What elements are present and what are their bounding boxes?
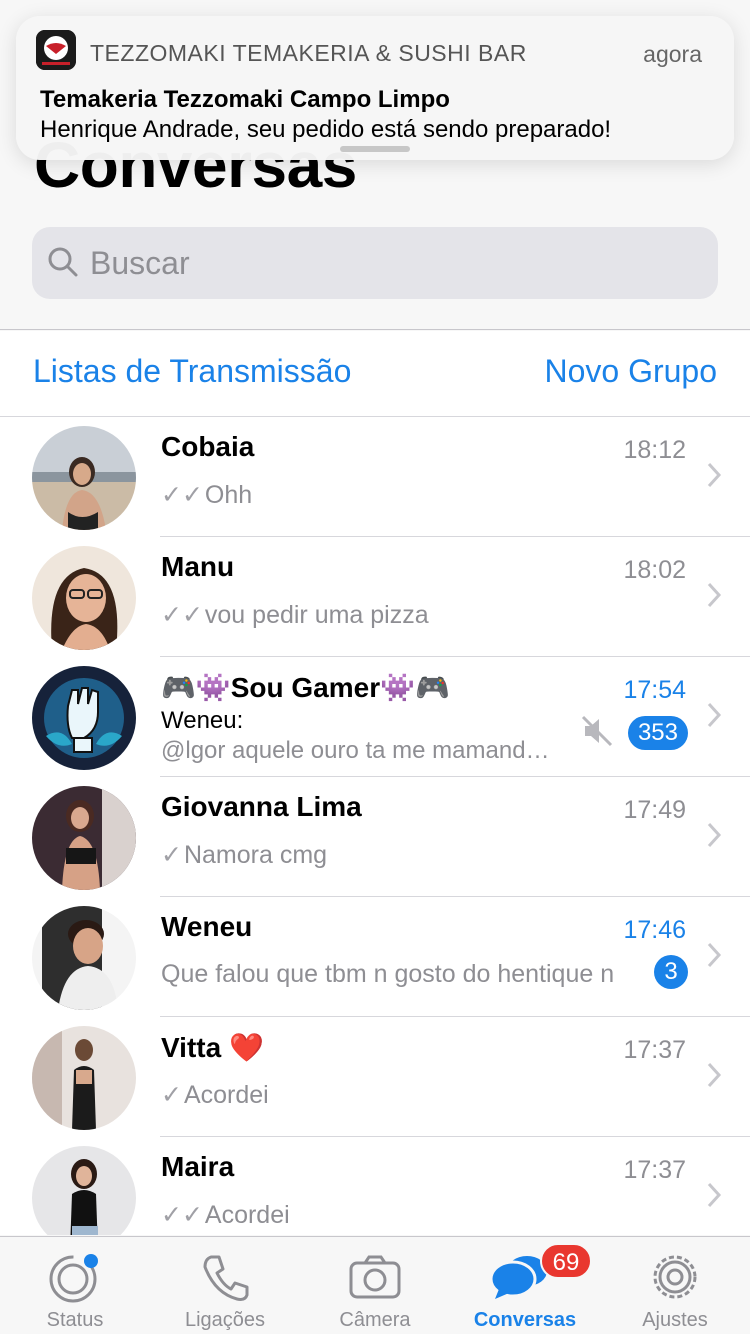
chat-preview-text: Acordei: [204, 1201, 290, 1229]
tab-label: Status: [46, 1309, 104, 1331]
chat-row-maira[interactable]: Maira 17:37 ✓✓Acordei: [0, 1137, 750, 1235]
chat-row-giovanna-lima[interactable]: Giovanna Lima 17:49 ✓Namora cmg: [0, 777, 750, 897]
chevron-right-icon: [707, 1062, 722, 1088]
tab-calls[interactable]: Ligações: [150, 1237, 300, 1334]
tab-settings[interactable]: Ajustes: [600, 1237, 750, 1334]
avatar: [32, 906, 136, 1010]
chat-time: 18:12: [623, 436, 686, 464]
chevron-right-icon: [707, 582, 722, 608]
tab-label: Conversas: [473, 1309, 577, 1331]
notification-grabber[interactable]: [340, 146, 410, 152]
chat-preview: ✓✓vou pedir uma pizza: [161, 600, 631, 630]
list-actions-bar: Listas de Transmissão Novo Grupo: [0, 331, 750, 417]
chevron-right-icon: [707, 1182, 722, 1208]
broadcast-lists-link[interactable]: Listas de Transmissão: [33, 353, 351, 390]
avatar: [32, 666, 136, 770]
chat-preview-text: Namora cmg: [183, 841, 328, 869]
phone-icon: [203, 1255, 249, 1301]
chevron-right-icon: [707, 822, 722, 848]
chat-time: 17:37: [623, 1156, 686, 1184]
sent-tick-icon: ✓: [161, 841, 182, 869]
search-input[interactable]: [90, 227, 690, 299]
chat-time: 17:46: [623, 916, 686, 944]
read-ticks-icon: ✓✓: [161, 481, 203, 509]
unread-badge: 3: [654, 955, 688, 989]
chat-preview-text: Acordei: [183, 1081, 269, 1109]
search-icon: [48, 247, 78, 277]
chat-name: 🎮👾Sou Gamer👾🎮: [161, 672, 450, 703]
chat-list: Cobaia 18:12 ✓✓Ohh Manu 18:02 ✓✓vou pedi…: [0, 417, 750, 1235]
avatar: [32, 546, 136, 650]
chat-row-weneu[interactable]: Weneu 17:46 Que falou que tbm n gosto do…: [0, 897, 750, 1017]
chat-name: Maira: [161, 1151, 235, 1182]
notification-title: Temakeria Tezzomaki Campo Limpo: [40, 86, 450, 113]
tab-bar: Status Ligações Câmera 69 Conversas Ajus…: [0, 1236, 750, 1334]
tab-chats[interactable]: 69 Conversas: [450, 1237, 600, 1334]
search-bar[interactable]: [32, 227, 718, 299]
chat-row-manu[interactable]: Manu 18:02 ✓✓vou pedir uma pizza: [0, 537, 750, 657]
app-logo-icon: [36, 30, 76, 70]
chat-preview: Que falou que tbm n gosto do hentique n: [161, 960, 631, 989]
chat-time: 17:54: [623, 676, 686, 704]
chat-preview: ✓✓Ohh: [161, 480, 631, 510]
gear-icon: [653, 1255, 697, 1299]
tab-label: Câmera: [339, 1309, 411, 1331]
chat-name: Giovanna Lima: [161, 791, 362, 822]
chat-preview: ✓Namora cmg: [161, 840, 631, 870]
chat-preview-text: Que falou que tbm n gosto do hentique n: [161, 960, 615, 988]
read-ticks-icon: ✓✓: [161, 601, 203, 629]
push-notification[interactable]: TEZZOMAKI TEMAKERIA & SUSHI BAR agora Te…: [16, 16, 734, 160]
group-sender-name: Weneu:: [161, 707, 244, 734]
chat-preview-text: Ohh: [204, 481, 253, 509]
tab-status[interactable]: Status: [0, 1237, 150, 1334]
status-icon: [49, 1254, 98, 1303]
chat-row-sou-gamer[interactable]: 🎮👾Sou Gamer👾🎮 17:54 Weneu: @lgor aquele …: [0, 657, 750, 777]
chat-name: Weneu: [161, 911, 253, 942]
new-group-link[interactable]: Novo Grupo: [544, 353, 717, 390]
chat-preview: ✓Acordei: [161, 1080, 631, 1110]
tab-label: Ajustes: [642, 1309, 708, 1331]
chat-row-cobaia[interactable]: Cobaia 18:12 ✓✓Ohh: [0, 417, 750, 537]
notification-time: agora: [643, 41, 702, 67]
unread-badge: 353: [627, 716, 688, 750]
sent-tick-icon: ✓: [161, 1081, 182, 1109]
unread-count-badge: 69: [540, 1243, 592, 1279]
chat-name-text: Vitta: [161, 1032, 222, 1063]
chat-preview: ✓✓Acordei: [161, 1200, 631, 1230]
camera-icon: [349, 1255, 401, 1299]
heart-icon: ❤️: [228, 1032, 264, 1063]
avatar: [32, 426, 136, 530]
tab-label: Ligações: [184, 1309, 266, 1331]
read-ticks-icon: ✓✓: [161, 1201, 203, 1229]
chat-time: 17:37: [623, 1036, 686, 1064]
chat-row-vitta[interactable]: Vitta ❤️ 17:37 ✓Acordei: [0, 1017, 750, 1137]
chevron-right-icon: [707, 462, 722, 488]
mute-icon: [581, 715, 613, 747]
chat-time: 17:49: [623, 796, 686, 824]
chevron-right-icon: [707, 942, 722, 968]
tab-camera[interactable]: Câmera: [300, 1237, 450, 1334]
avatar: [32, 1146, 136, 1235]
avatar: [32, 786, 136, 890]
notification-app-name: TEZZOMAKI TEMAKERIA & SUSHI BAR: [90, 40, 527, 66]
chat-name: Vitta ❤️: [161, 1031, 264, 1064]
avatar: [32, 1026, 136, 1130]
chat-name: Cobaia: [161, 431, 255, 462]
chat-name: Manu: [161, 551, 235, 582]
chevron-right-icon: [707, 702, 722, 728]
chat-preview-text: vou pedir uma pizza: [204, 601, 429, 629]
chat-time: 18:02: [623, 556, 686, 584]
chat-preview-text: @lgor aquele ouro ta me mamand…: [161, 737, 550, 764]
notification-body: Henrique Andrade, seu pedido está sendo …: [40, 116, 612, 143]
